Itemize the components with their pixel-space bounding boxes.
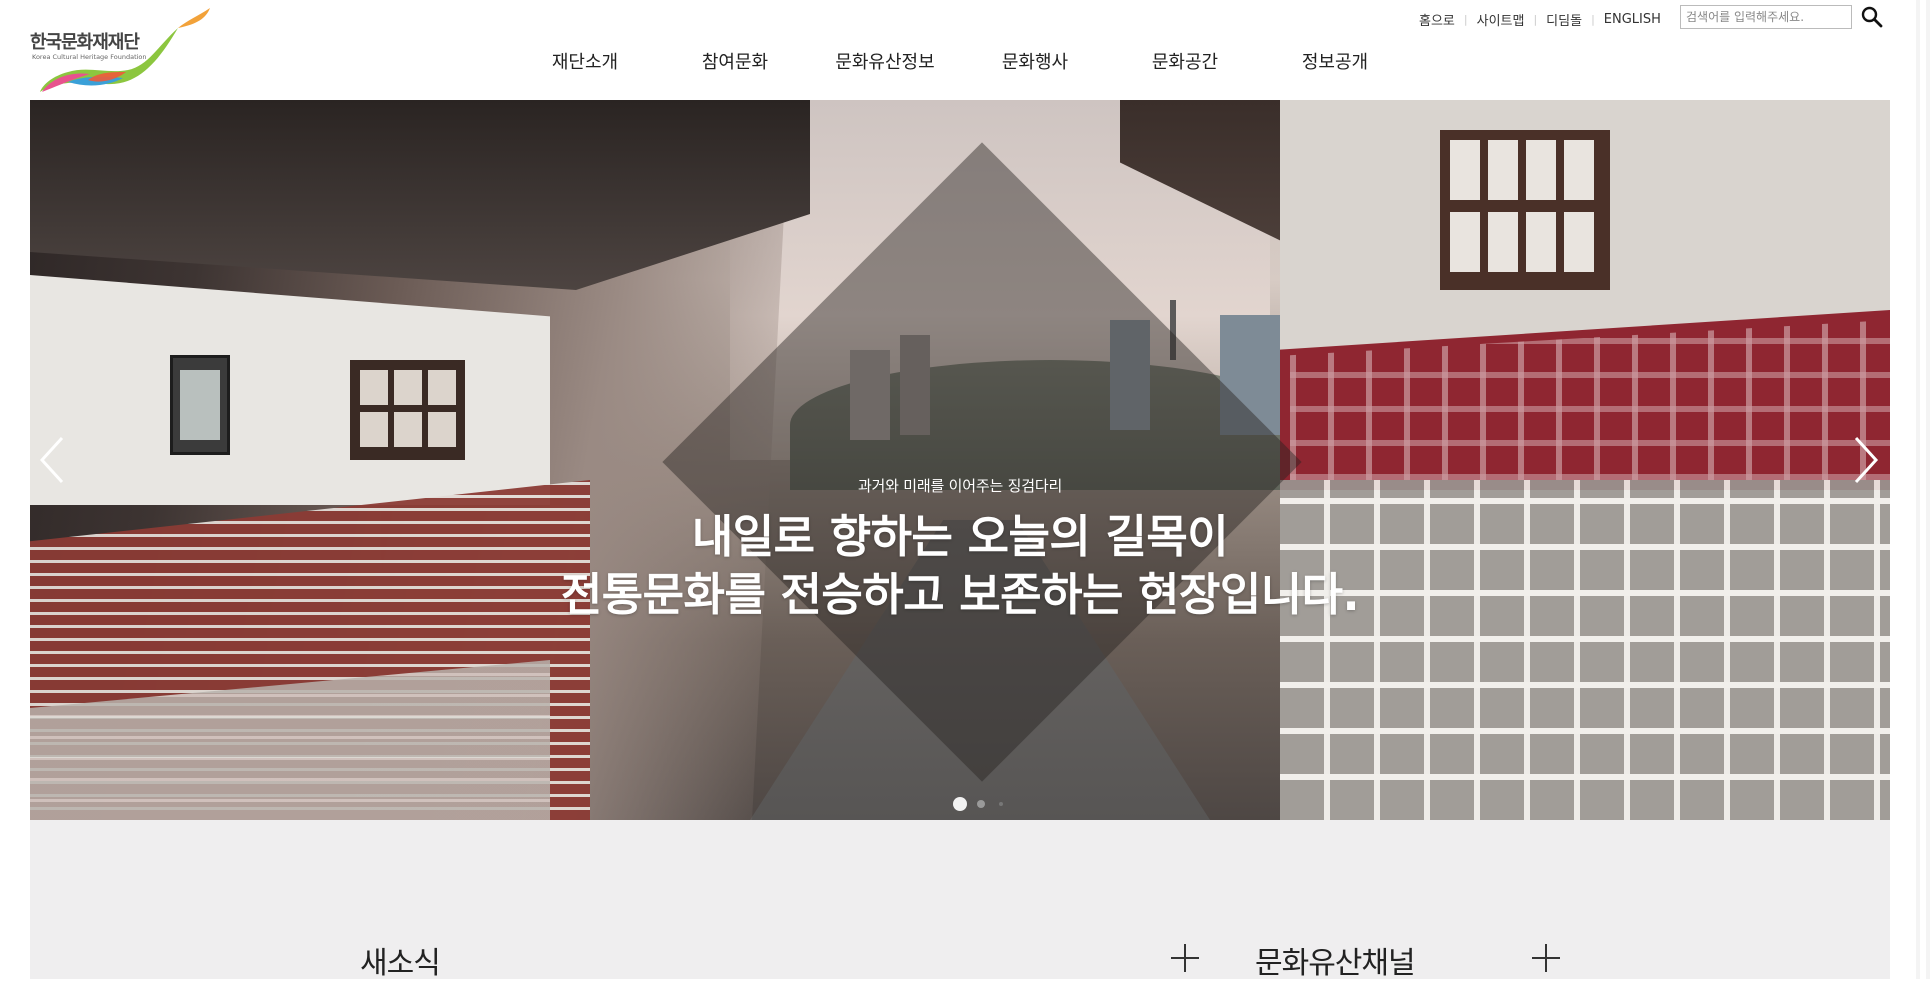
util-link-sitemap[interactable]: 사이트맵 [1468,10,1534,29]
chevron-left-icon [39,436,64,484]
chevron-right-icon [1854,436,1879,484]
utility-nav: 홈으로 | 사이트맵 | 디딤돌 | ENGLISH [1410,8,1670,30]
hero-right-window [1440,130,1610,290]
news-more-button[interactable] [1171,944,1199,972]
nav-item-foundation[interactable]: 재단소개 [510,48,660,74]
nav-item-heritage-info[interactable]: 문화유산정보 [810,48,960,74]
content-section [30,820,1890,979]
slider-dot-3[interactable] [999,802,1003,806]
logo-name-ko: 한국문화재재단 [30,32,140,53]
slider-next-button[interactable] [1848,432,1884,488]
hero-title-line2: 전통문화를 전승하고 보존하는 현장입니다. [560,568,1360,621]
channel-section-title: 문화유산채널 [1255,946,1416,981]
hero-left-window [350,360,465,460]
nav-item-events[interactable]: 문화행사 [960,48,1110,74]
nav-item-disclosure[interactable]: 정보공개 [1260,48,1410,74]
hero-lamp [160,325,230,475]
scrollbar-thumb[interactable] [1920,0,1926,979]
page-scrollbar[interactable] [1916,0,1930,979]
slider-dot-2[interactable] [977,800,985,808]
hero-title: 내일로 향하는 오늘의 길목이 전통문화를 전승하고 보존하는 현장입니다. [30,508,1890,624]
nav-item-spaces[interactable]: 문화공간 [1110,48,1260,74]
util-link-home[interactable]: 홈으로 [1410,10,1464,29]
util-link-didimdol[interactable]: 디딤돌 [1537,10,1591,29]
nav-item-participation[interactable]: 참여문화 [660,48,810,74]
hero-slider: 과거와 미래를 이어주는 징검다리 내일로 향하는 오늘의 길목이 전통문화를 … [30,100,1890,820]
search-icon [1861,6,1883,28]
slider-pagination [953,797,1017,811]
util-link-english[interactable]: ENGLISH [1595,12,1670,27]
search-button[interactable] [1860,5,1884,29]
search-box [1680,5,1852,29]
search-input[interactable] [1681,6,1851,28]
logo[interactable]: 한국문화재재단 Korea Cultural Heritage Foundati… [28,6,218,94]
main-nav: 재단소개 참여문화 문화유산정보 문화행사 문화공간 정보공개 [510,48,1410,74]
slider-dot-1[interactable] [953,797,967,811]
channel-more-button[interactable] [1532,944,1560,972]
slider-prev-button[interactable] [34,432,70,488]
logo-name-en: Korea Cultural Heritage Foundation [32,53,147,61]
hero-subtitle: 과거와 미래를 이어주는 징검다리 [857,477,1063,495]
hero-title-line1: 내일로 향하는 오늘의 길목이 [691,510,1229,563]
news-section-title: 새소식 [360,946,441,981]
